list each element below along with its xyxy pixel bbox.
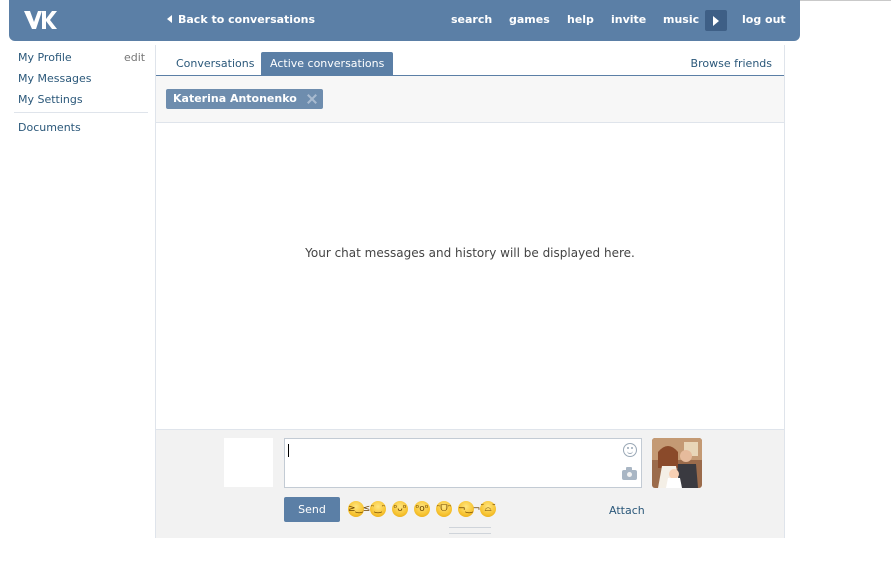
chat-history[interactable]: Your chat messages and history will be d… xyxy=(156,123,784,429)
nav-logout[interactable]: log out xyxy=(742,13,786,26)
chat-panel: Conversations Active conversations Brows… xyxy=(155,45,785,538)
laughing-emoji-icon[interactable]: ≥‿≤ xyxy=(348,501,370,517)
camera-icon[interactable] xyxy=(622,467,637,480)
profile-edit-link[interactable]: edit xyxy=(124,51,145,64)
top-nav: search games help invite music log out xyxy=(9,0,800,41)
window-top-border xyxy=(800,0,891,1)
message-input[interactable] xyxy=(284,438,642,488)
participants-bar: Katerina Antonenko xyxy=(156,76,784,123)
grinning-emoji-icon[interactable]: ᵒᴗᵒ xyxy=(392,501,408,517)
empty-history-message: Your chat messages and history will be d… xyxy=(305,246,635,260)
nav-music[interactable]: music xyxy=(663,13,699,26)
surprised-emoji-icon[interactable]: ᵒoᵒ xyxy=(414,501,430,517)
tab-bar: Conversations Active conversations Brows… xyxy=(156,45,784,76)
smirking-emoji-icon[interactable]: ¬‿¬ xyxy=(458,501,480,517)
participant-name: Katerina Antonenko xyxy=(173,92,297,105)
nav-games[interactable]: games xyxy=(509,13,550,26)
sidebar-item-my-messages[interactable]: My Messages xyxy=(18,72,91,85)
my-avatar xyxy=(224,438,273,487)
sidebar-item-documents[interactable]: Documents xyxy=(18,121,81,134)
nav-invite[interactable]: invite xyxy=(611,13,646,26)
smiling-emoji-icon[interactable]: ᵔ‿ᵔ xyxy=(370,501,386,517)
top-header: Back to conversations search games help … xyxy=(9,0,800,41)
tab-active-conversations[interactable]: Active conversations xyxy=(261,52,394,75)
close-icon[interactable] xyxy=(307,94,317,104)
sidebar-item-my-profile[interactable]: My Profile xyxy=(18,51,72,64)
message-composer: Send ≥‿≤ ᵔ‿ᵔ ᵒᴗᵒ ᵒoᵒ ᵔᗜᵔ ¬‿¬ ˘⌓˘ Attach xyxy=(156,429,784,538)
friend-avatar[interactable] xyxy=(652,438,702,488)
music-play-icon[interactable] xyxy=(705,10,727,31)
send-button[interactable]: Send xyxy=(284,497,340,522)
attach-link[interactable]: Attach xyxy=(609,504,645,517)
browse-friends-link[interactable]: Browse friends xyxy=(691,57,772,70)
nav-help[interactable]: help xyxy=(567,13,594,26)
resize-handle[interactable] xyxy=(449,527,491,534)
participant-chip[interactable]: Katerina Antonenko xyxy=(166,89,323,109)
sidebar-item-my-settings[interactable]: My Settings xyxy=(18,93,83,106)
nav-search[interactable]: search xyxy=(451,13,492,26)
beaming-emoji-icon[interactable]: ᵔᗜᵔ xyxy=(436,501,452,517)
tab-conversations[interactable]: Conversations xyxy=(167,52,263,75)
text-caret xyxy=(288,444,289,457)
sidebar-divider xyxy=(14,112,148,113)
smiley-icon[interactable] xyxy=(623,443,637,457)
sweating-emoji-icon[interactable]: ˘⌓˘ xyxy=(480,501,496,517)
